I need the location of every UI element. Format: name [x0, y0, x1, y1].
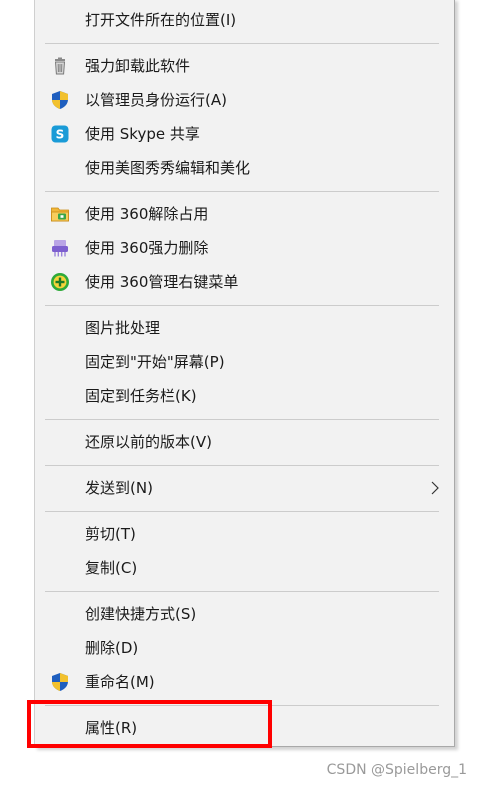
menu-item-label: 使用 360解除占用	[85, 205, 209, 223]
menu-item-run-as-admin[interactable]: 以管理员身份运行(A)	[35, 83, 454, 117]
menu-item-360-force-delete[interactable]: 使用 360强力删除	[35, 231, 454, 265]
menu-item-delete[interactable]: 删除(D)	[35, 631, 454, 665]
menu-item-meitu-edit[interactable]: 使用美图秀秀编辑和美化	[35, 151, 454, 185]
menu-item-label: 使用美图秀秀编辑和美化	[85, 159, 251, 177]
360-unlock-icon	[50, 204, 70, 224]
menu-item-cut[interactable]: 剪切(T)	[35, 517, 454, 551]
menu-item-restore-versions[interactable]: 还原以前的版本(V)	[35, 425, 454, 459]
menu-item-label: 删除(D)	[85, 639, 139, 657]
uac-shield-icon	[50, 672, 70, 692]
menu-item-label: 固定到任务栏(K)	[85, 387, 197, 405]
menu-item-label: 使用 360强力删除	[85, 239, 209, 257]
menu-separator	[45, 305, 439, 306]
chevron-right-icon	[430, 481, 440, 495]
menu-item-label: 复制(C)	[85, 559, 138, 577]
watermark: CSDN @Spielberg_1	[326, 762, 467, 778]
menu-item-pin-to-taskbar[interactable]: 固定到任务栏(K)	[35, 379, 454, 413]
menu-item-label: 以管理员身份运行(A)	[85, 91, 227, 109]
menu-separator	[45, 465, 439, 466]
menu-separator	[45, 511, 439, 512]
highlight-annotation-box	[27, 700, 272, 748]
menu-item-open-file-location[interactable]: 打开文件所在的位置(I)	[35, 3, 454, 37]
menu-item-label: 使用 Skype 共享	[85, 125, 200, 143]
menu-item-label: 固定到"开始"屏幕(P)	[85, 353, 225, 371]
menu-item-label: 剪切(T)	[85, 525, 136, 543]
menu-item-label: 使用 360管理右键菜单	[85, 273, 239, 291]
menu-item-copy[interactable]: 复制(C)	[35, 551, 454, 585]
menu-item-send-to[interactable]: 发送到(N)	[35, 471, 454, 505]
360-manage-icon	[50, 272, 70, 292]
menu-separator	[45, 591, 439, 592]
svg-text:S: S	[56, 128, 65, 142]
menu-item-create-shortcut[interactable]: 创建快捷方式(S)	[35, 597, 454, 631]
360-shred-icon	[50, 238, 70, 258]
menu-item-rename[interactable]: 重命名(M)	[35, 665, 454, 699]
context-menu: 打开文件所在的位置(I) 强力卸载此软件 以管理员身份运行(A) S 使用 Sk…	[34, 0, 455, 747]
menu-item-label: 重命名(M)	[85, 673, 155, 691]
screenshot-page: 打开文件所在的位置(I) 强力卸载此软件 以管理员身份运行(A) S 使用 Sk…	[0, 0, 487, 791]
menu-item-label: 发送到(N)	[85, 479, 153, 497]
menu-item-batch-image[interactable]: 图片批处理	[35, 311, 454, 345]
menu-item-label: 创建快捷方式(S)	[85, 605, 197, 623]
menu-item-360-unlock[interactable]: 使用 360解除占用	[35, 197, 454, 231]
menu-item-pin-to-start[interactable]: 固定到"开始"屏幕(P)	[35, 345, 454, 379]
menu-item-label: 图片批处理	[85, 319, 161, 337]
skype-icon: S	[50, 124, 70, 144]
menu-separator	[45, 43, 439, 44]
menu-item-label: 强力卸载此软件	[85, 57, 191, 75]
menu-item-skype-share[interactable]: S 使用 Skype 共享	[35, 117, 454, 151]
menu-item-label: 打开文件所在的位置(I)	[85, 11, 237, 29]
menu-separator	[45, 419, 439, 420]
menu-item-force-uninstall[interactable]: 强力卸载此软件	[35, 49, 454, 83]
menu-item-label: 还原以前的版本(V)	[85, 433, 212, 451]
menu-item-360-manage-menu[interactable]: 使用 360管理右键菜单	[35, 265, 454, 299]
trash-icon	[50, 56, 70, 76]
menu-separator	[45, 191, 439, 192]
uac-shield-icon	[50, 90, 70, 110]
